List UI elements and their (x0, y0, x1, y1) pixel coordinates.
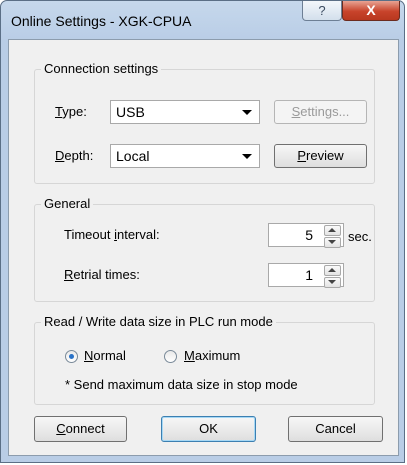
type-dropdown[interactable]: USB (110, 100, 260, 124)
normal-radio-label[interactable]: Normal (84, 348, 126, 363)
window-title: Online Settings - XGK-CPUA (11, 13, 192, 29)
retrial-times-value: 1 (305, 267, 313, 283)
spin-up-icon[interactable] (324, 225, 341, 236)
maximum-radio-label[interactable]: Maximum (184, 348, 240, 363)
chevron-down-icon (242, 110, 252, 115)
depth-label: Depth: (55, 148, 94, 163)
type-label: Type: (55, 104, 87, 119)
cancel-button[interactable]: Cancel (288, 416, 383, 442)
connection-settings-legend: Connection settings (41, 61, 162, 76)
read-write-size-group: Read / Write data size in PLC run mode (34, 314, 375, 405)
timeout-spin-buttons[interactable] (324, 225, 341, 248)
timeout-unit-label: sec. (348, 229, 372, 244)
connect-button[interactable]: Connect (34, 416, 127, 442)
read-write-size-legend: Read / Write data size in PLC run mode (41, 314, 276, 329)
retrial-times-label: Retrial times: (64, 267, 140, 282)
normal-radio[interactable] (65, 350, 78, 363)
settings-button[interactable]: Settings... (274, 100, 367, 124)
stop-mode-note: * Send maximum data size in stop mode (65, 377, 298, 392)
type-dropdown-value: USB (116, 104, 145, 120)
help-button[interactable]: ? (302, 1, 342, 21)
general-legend: General (41, 196, 94, 211)
close-button[interactable]: X (342, 1, 400, 21)
timeout-interval-stepper[interactable]: 5 (268, 223, 344, 248)
retrial-times-stepper[interactable]: 1 (268, 263, 344, 288)
preview-button[interactable]: Preview (274, 144, 367, 168)
retrial-spin-buttons[interactable] (324, 265, 341, 288)
depth-dropdown[interactable]: Local (110, 144, 260, 168)
dialog-client-area: Connection settings Type: USB Settings..… (8, 39, 399, 456)
spin-up-icon[interactable] (324, 265, 341, 276)
spin-down-icon[interactable] (324, 277, 341, 288)
dialog-window: Online Settings - XGK-CPUA ? X Connectio… (0, 0, 405, 463)
spin-down-icon[interactable] (324, 237, 341, 248)
maximum-radio[interactable] (164, 350, 177, 363)
ok-button[interactable]: OK (161, 416, 256, 442)
chevron-down-icon (242, 154, 252, 159)
timeout-interval-label: Timeout interval: (64, 227, 160, 242)
depth-dropdown-value: Local (116, 148, 150, 164)
timeout-interval-value: 5 (305, 227, 313, 243)
